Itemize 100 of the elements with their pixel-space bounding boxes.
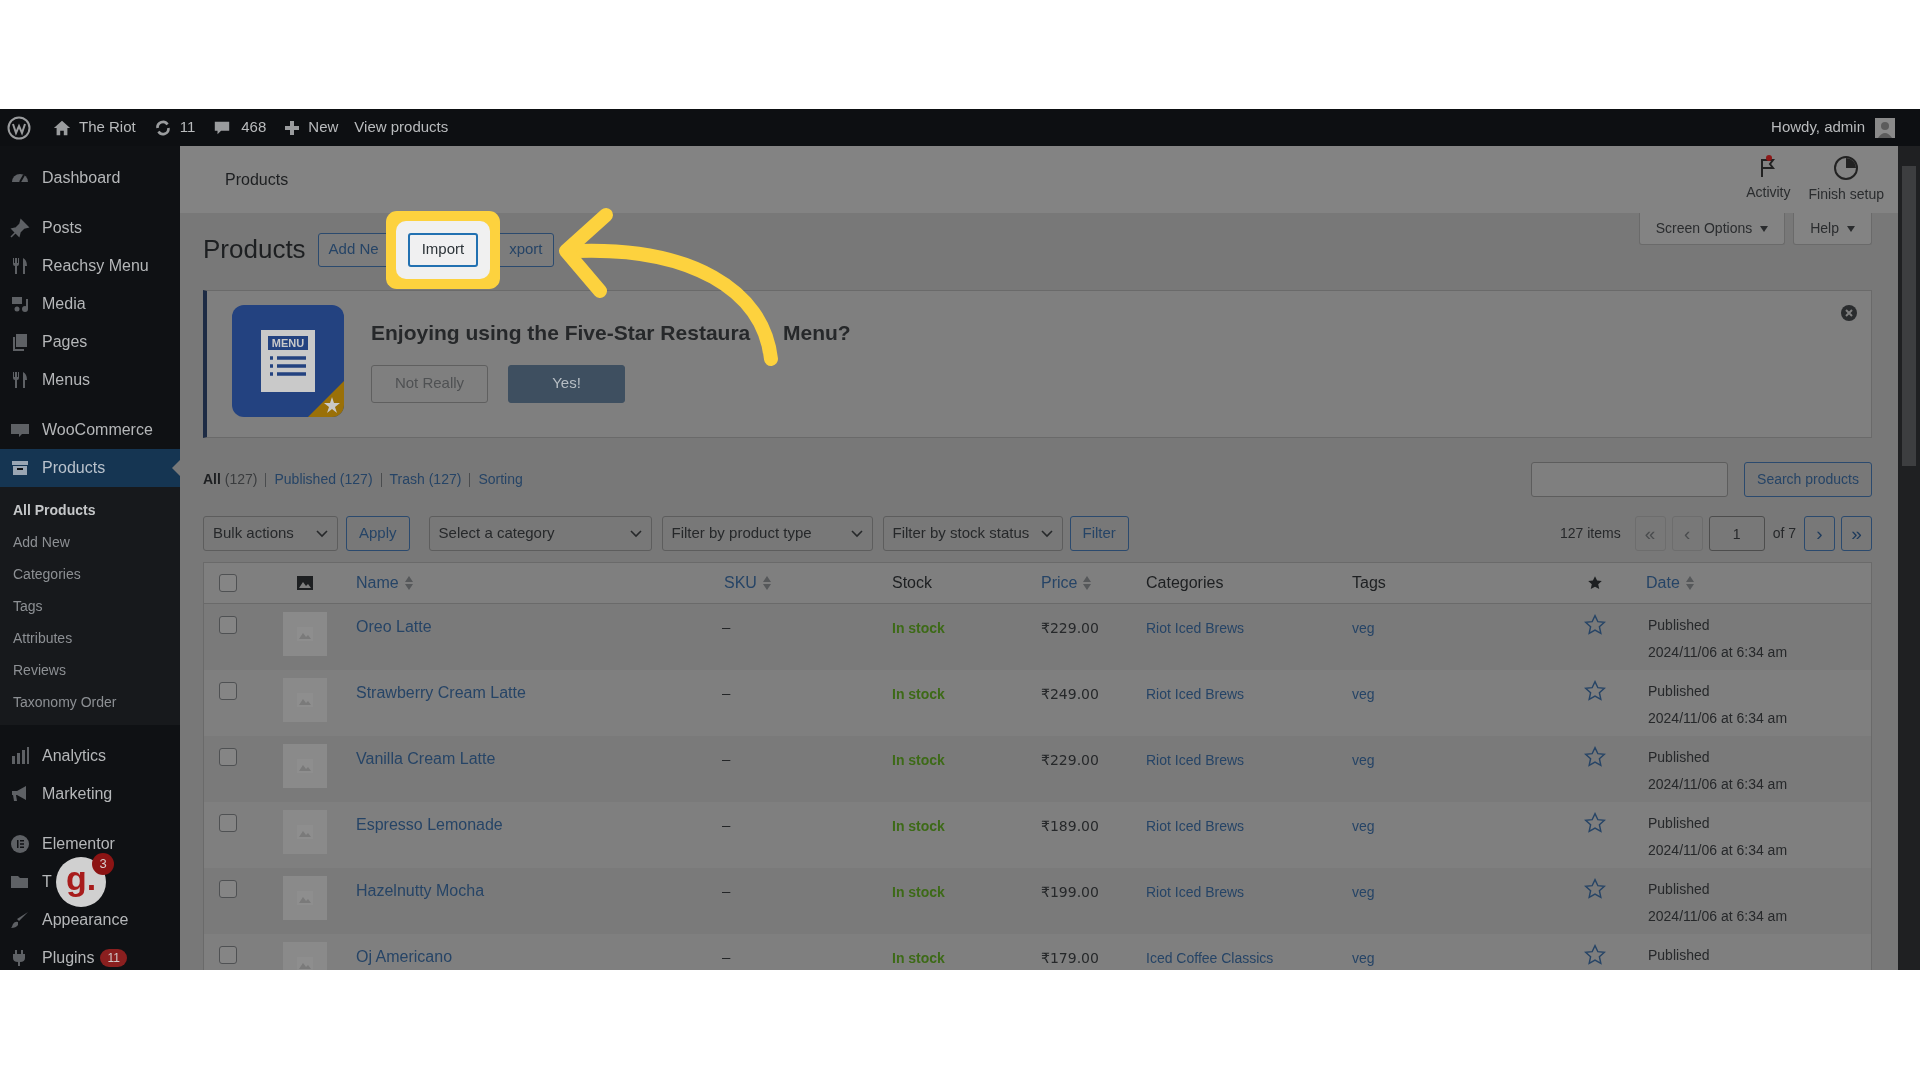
sidebar-item[interactable]: Posts [42,216,82,240]
checkbox[interactable] [219,574,237,592]
checkbox[interactable] [219,880,237,898]
search-button[interactable]: Search products [1744,462,1872,497]
column-header[interactable]: Date [1646,571,1680,595]
plus-icon[interactable] [284,119,301,136]
view-filter-link[interactable]: Sorting [478,469,523,490]
refresh-icon[interactable] [153,118,172,137]
submenu-item[interactable]: Categories [13,563,81,585]
tag-link[interactable]: veg [1352,752,1375,768]
category-link[interactable]: Riot Iced Brews [1146,818,1245,834]
sort-icon[interactable] [762,576,771,590]
checkbox[interactable] [219,946,237,964]
product-name-link[interactable]: Strawberry Cream Latte [356,684,526,701]
sidebar-item[interactable]: WooCommerce [42,418,153,442]
tag-link[interactable]: veg [1352,884,1375,900]
sort-icon[interactable] [404,576,413,590]
checkbox[interactable] [219,682,237,700]
tag-link[interactable]: veg [1352,620,1375,636]
checkbox[interactable] [219,616,237,634]
checkbox[interactable] [219,748,237,766]
chevron-down-icon[interactable] [850,529,863,538]
submenu-item[interactable]: Reviews [13,659,66,681]
sidebar-item[interactable]: Menus [42,368,91,392]
sidebar-item[interactable]: Plugins [42,946,95,970]
sidebar-item[interactable]: Pages [42,330,88,354]
category-link[interactable]: Iced Coffee Classics [1146,950,1274,966]
greeting-link[interactable]: Howdy, admin [1771,116,1865,139]
category-link[interactable]: Riot Iced Brews [1146,752,1245,768]
sidebar-item[interactable]: Reachsy Menu [42,254,149,278]
view-filter-link[interactable]: All (127) [203,469,258,490]
price-cell: ₹249.00 [1041,686,1099,702]
category-link[interactable]: Riot Iced Brews [1146,620,1245,636]
star-toggle[interactable] [1584,746,1606,768]
close-icon[interactable] [1841,305,1857,321]
home-icon[interactable] [53,118,71,137]
sidebar-item[interactable]: Analytics [42,744,107,768]
product-name-link[interactable]: Espresso Lemonade [356,816,503,833]
dropdown[interactable]: Filter by product type [661,516,873,551]
submenu-item[interactable]: Tags [13,595,43,617]
submenu-item[interactable]: All Products [13,499,96,521]
column-header[interactable]: SKU [724,571,757,595]
product-name-link[interactable]: Oreo Latte [356,618,432,635]
search-field[interactable] [1531,462,1729,497]
pagination-button[interactable]: » [1841,516,1872,551]
view-filter-link[interactable]: Published (127) [274,469,373,490]
chevron-down-icon[interactable] [316,529,328,538]
pagination-button[interactable]: › [1804,516,1835,551]
star-toggle[interactable] [1584,680,1606,702]
submenu-item[interactable]: Taxonomy Order [13,691,117,713]
sidebar-item[interactable]: T [42,870,52,894]
new-link[interactable]: New [308,116,339,139]
dropdown[interactable]: Bulk actions [203,516,338,551]
chevron-down-icon[interactable] [629,529,642,538]
checkbox[interactable] [219,814,237,832]
star-toggle[interactable] [1584,614,1606,636]
activity-button[interactable]: Activity [1744,154,1793,205]
item-count: 127 items [1559,524,1621,543]
submenu-item[interactable]: Add New [13,531,70,553]
sidebar-item[interactable]: Appearance [42,908,129,932]
tag-link[interactable]: veg [1352,818,1375,834]
chevron-down-icon[interactable] [1040,529,1053,538]
dropdown[interactable]: Select a category [428,516,652,551]
apply-button[interactable]: Apply [346,516,410,551]
screen-meta-tab[interactable]: Screen Options [1638,213,1786,245]
screen-meta-tab[interactable]: Help [1793,213,1872,245]
avatar-icon[interactable] [1875,117,1895,138]
sidebar-item[interactable]: Marketing [42,782,113,806]
column-header[interactable]: Price [1041,571,1078,595]
sku-cell: – [722,684,731,701]
tag-link[interactable]: veg [1352,686,1375,702]
updates-count[interactable]: 11 [179,116,196,139]
product-name-link[interactable]: Vanilla Cream Latte [356,750,496,767]
view-products-link[interactable]: View products [354,116,449,139]
sidebar-item[interactable]: Media [42,292,86,316]
sort-icon[interactable] [1685,576,1694,590]
scrollbar[interactable] [1898,146,1920,970]
product-name-link[interactable]: Hazelnutty Mocha [356,882,485,899]
category-link[interactable]: Riot Iced Brews [1146,686,1245,702]
category-link[interactable]: Riot Iced Brews [1146,884,1245,900]
dropdown[interactable]: Filter by stock status [882,516,1063,551]
finish-setup-button[interactable]: Finish setup [1806,154,1886,205]
column-header[interactable]: Name [356,571,399,595]
sort-icon[interactable] [1083,576,1092,590]
wordpress-logo-icon[interactable] [7,115,31,140]
site-name-link[interactable]: The Riot [79,116,136,139]
product-name-link[interactable]: Oj Americano [356,948,453,965]
yes-button[interactable]: Yes! [508,364,625,403]
star-toggle[interactable] [1584,812,1606,834]
sidebar-item[interactable]: Elementor [42,832,115,856]
tag-link[interactable]: veg [1352,950,1375,966]
star-toggle[interactable] [1584,878,1606,900]
view-filter-link[interactable]: Trash (127) [389,469,462,490]
page-number-field[interactable]: 1 [1708,516,1765,551]
submenu-item[interactable]: Attributes [13,627,73,649]
filter-button[interactable]: Filter [1069,516,1129,551]
star-toggle[interactable] [1584,944,1606,966]
sidebar-item[interactable]: Dashboard [42,166,121,190]
sidebar-item[interactable]: Products [42,456,106,480]
comments-count[interactable]: 468 [241,116,267,139]
